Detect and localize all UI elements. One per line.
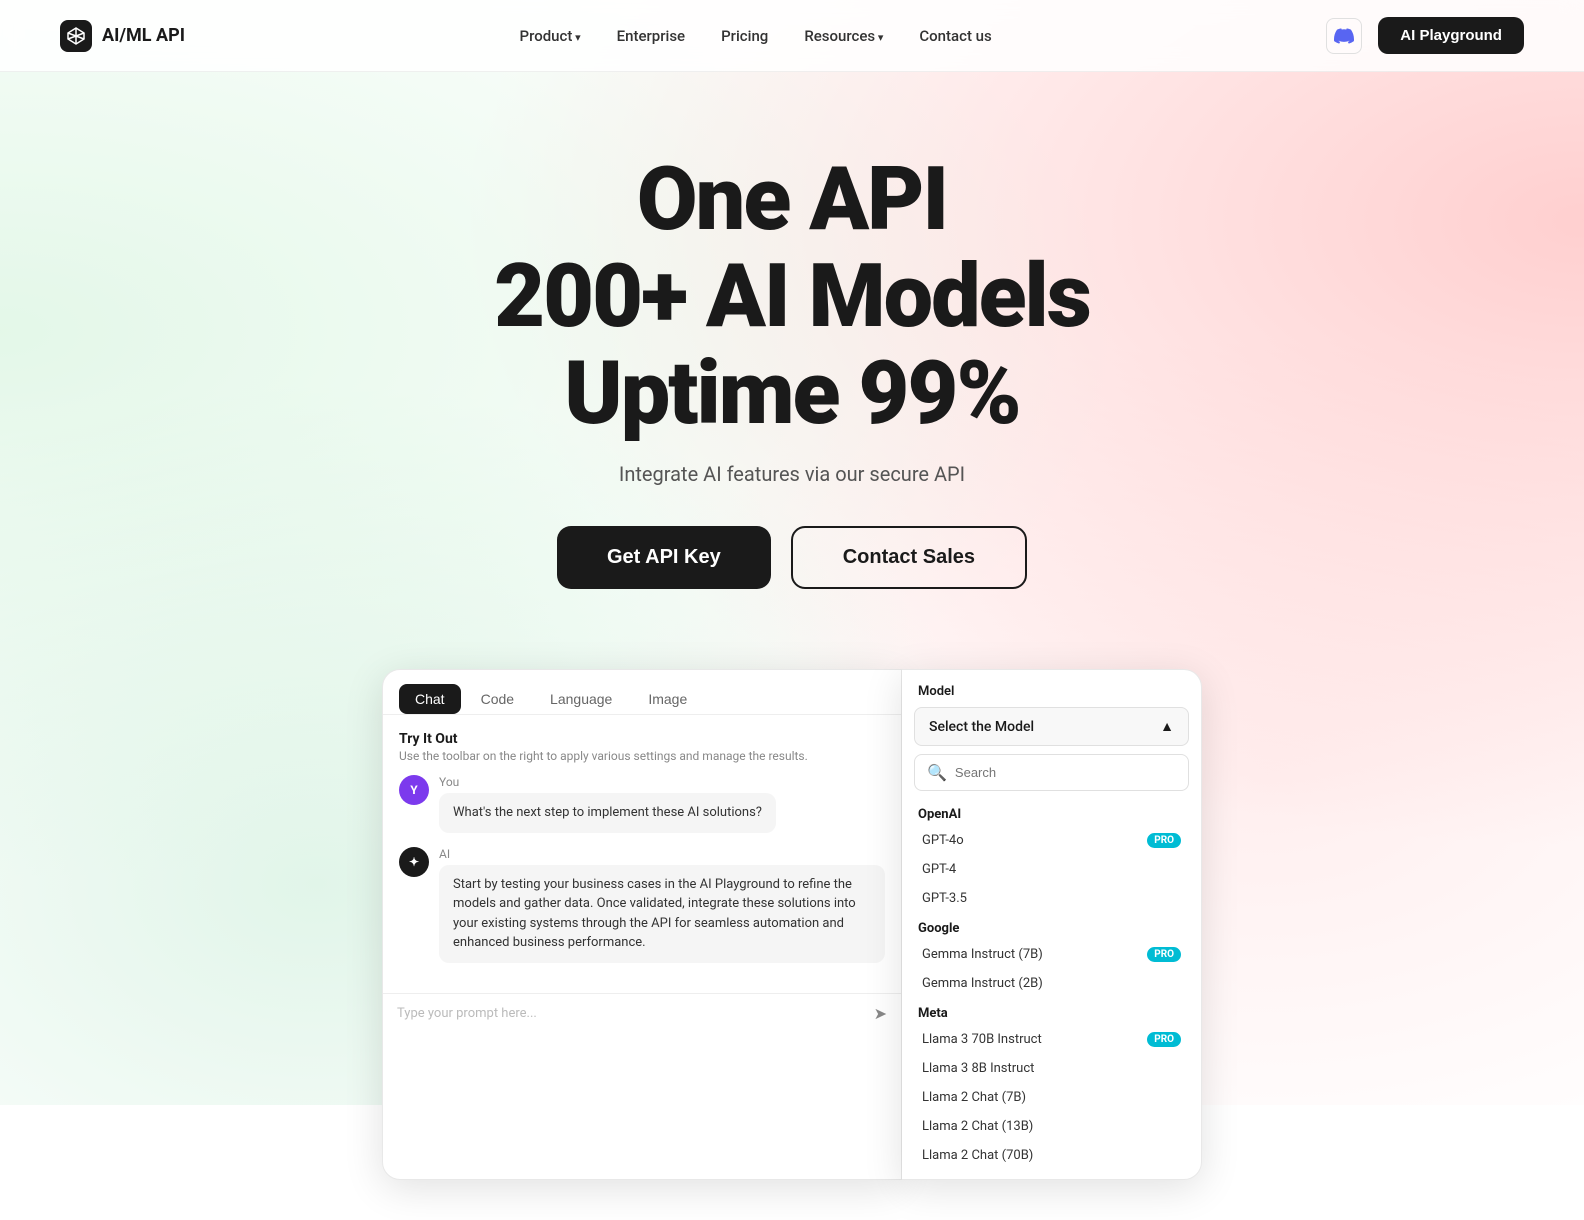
- model-name-llama2-7b: Llama 2 Chat (7B): [922, 1090, 1026, 1105]
- ai-message-text: Start by testing your business cases in …: [439, 865, 885, 963]
- nav-links: Product Enterprise Pricing Resources Con…: [520, 26, 992, 45]
- demo-section: Chat Code Language Image Try It Out Use …: [0, 649, 1584, 1220]
- model-name-gpt4: GPT-4: [922, 862, 956, 877]
- logo-text: AI/ML API: [102, 25, 185, 46]
- model-label: Model: [902, 670, 1201, 707]
- model-search-input[interactable]: [955, 765, 1176, 780]
- logo-icon: [60, 20, 92, 52]
- group-openai: OpenAI: [914, 799, 1189, 826]
- model-gpt4o[interactable]: GPT-4o PRO: [914, 826, 1189, 855]
- search-icon: 🔍: [927, 763, 947, 782]
- tab-chat[interactable]: Chat: [399, 684, 461, 714]
- hero-buttons: Get API Key Contact Sales: [20, 526, 1564, 589]
- ai-playground-button[interactable]: AI Playground: [1378, 17, 1524, 54]
- pro-badge-gpt4o: PRO: [1147, 833, 1181, 848]
- model-llama3-70b[interactable]: Llama 3 70B Instruct PRO: [914, 1025, 1189, 1054]
- nav-item-product[interactable]: Product: [520, 26, 581, 45]
- nav-right: AI Playground: [1326, 17, 1524, 54]
- tab-image[interactable]: Image: [632, 684, 703, 714]
- nav-item-contact[interactable]: Contact us: [919, 26, 991, 45]
- model-name-gpt4o: GPT-4o: [922, 833, 964, 848]
- chat-input-area: Type your prompt here... ➤: [383, 993, 901, 1033]
- model-llama2-7b[interactable]: Llama 2 Chat (7B): [914, 1083, 1189, 1112]
- hero-section: One API 200+ AI Models Uptime 99% Integr…: [0, 72, 1584, 649]
- discord-button[interactable]: [1326, 18, 1362, 54]
- model-gpt35[interactable]: GPT-3.5: [914, 884, 1189, 913]
- contact-sales-button[interactable]: Contact Sales: [791, 526, 1027, 589]
- ai-message-content: AI Start by testing your business cases …: [439, 847, 885, 963]
- logo[interactable]: AI/ML API: [60, 20, 185, 52]
- hero-line3: Uptime 99%: [564, 342, 1020, 445]
- model-llama2-70b[interactable]: Llama 2 Chat (70B): [914, 1141, 1189, 1170]
- hero-subtitle: Integrate AI features via our secure API: [20, 462, 1564, 486]
- chat-widget: Chat Code Language Image Try It Out Use …: [382, 669, 902, 1180]
- ai-label: AI: [439, 847, 885, 861]
- model-gpt4[interactable]: GPT-4: [914, 855, 1189, 884]
- model-name-llama3-8b: Llama 3 8B Instruct: [922, 1061, 1034, 1076]
- send-icon[interactable]: ➤: [874, 1004, 887, 1023]
- user-label: You: [439, 775, 776, 789]
- tab-code[interactable]: Code: [465, 684, 530, 714]
- get-api-key-button[interactable]: Get API Key: [557, 526, 771, 589]
- ai-avatar: ✦: [399, 847, 429, 877]
- chat-input-placeholder: Type your prompt here...: [397, 1006, 537, 1021]
- model-select-header[interactable]: Select the Model ▲: [914, 707, 1189, 746]
- user-avatar: Y: [399, 775, 429, 805]
- user-message-text: What's the next step to implement these …: [439, 793, 776, 833]
- model-gemma2b[interactable]: Gemma Instruct (2B): [914, 969, 1189, 998]
- model-list: OpenAI GPT-4o PRO GPT-4 GPT-3.5 Google G…: [902, 799, 1201, 1179]
- chat-body: Try It Out Use the toolbar on the right …: [383, 715, 901, 993]
- model-name-gemma2b: Gemma Instruct (2B): [922, 976, 1043, 991]
- nav-item-resources[interactable]: Resources: [804, 26, 883, 45]
- hero-heading: One API 200+ AI Models Uptime 99%: [20, 152, 1564, 442]
- model-name-llama2-13b: Llama 2 Chat (13B): [922, 1119, 1033, 1134]
- group-google: Google: [914, 913, 1189, 940]
- hero-line1: One API: [637, 148, 947, 251]
- user-message: Y You What's the next step to implement …: [399, 775, 885, 833]
- model-llama3-8b[interactable]: Llama 3 8B Instruct: [914, 1054, 1189, 1083]
- nav-item-enterprise[interactable]: Enterprise: [617, 26, 685, 45]
- pro-badge-llama3-70b: PRO: [1147, 1032, 1181, 1047]
- ai-message: ✦ AI Start by testing your business case…: [399, 847, 885, 963]
- model-panel: Model Select the Model ▲ 🔍 OpenAI GPT-4o…: [902, 669, 1202, 1180]
- user-message-content: You What's the next step to implement th…: [439, 775, 776, 833]
- try-it-out: Try It Out Use the toolbar on the right …: [399, 731, 885, 763]
- nav-item-pricing[interactable]: Pricing: [721, 26, 768, 45]
- tab-language[interactable]: Language: [534, 684, 628, 714]
- navbar: AI/ML API Product Enterprise Pricing Res…: [0, 0, 1584, 72]
- model-gemma7b[interactable]: Gemma Instruct (7B) PRO: [914, 940, 1189, 969]
- chat-tabs: Chat Code Language Image: [383, 670, 901, 715]
- group-meta: Meta: [914, 998, 1189, 1025]
- model-select-placeholder: Select the Model: [929, 719, 1034, 735]
- model-name-llama2-70b: Llama 2 Chat (70B): [922, 1148, 1033, 1163]
- model-name-gpt35: GPT-3.5: [922, 891, 967, 906]
- model-name-llama3-70b: Llama 3 70B Instruct: [922, 1032, 1042, 1047]
- chevron-up-icon: ▲: [1160, 718, 1174, 735]
- try-it-out-desc: Use the toolbar on the right to apply va…: [399, 749, 885, 763]
- pro-badge-gemma7b: PRO: [1147, 947, 1181, 962]
- model-name-gemma7b: Gemma Instruct (7B): [922, 947, 1043, 962]
- try-it-out-title: Try It Out: [399, 731, 885, 747]
- model-llama2-13b[interactable]: Llama 2 Chat (13B): [914, 1112, 1189, 1141]
- hero-line2: 200+ AI Models: [494, 245, 1090, 348]
- model-search-container: 🔍: [914, 754, 1189, 791]
